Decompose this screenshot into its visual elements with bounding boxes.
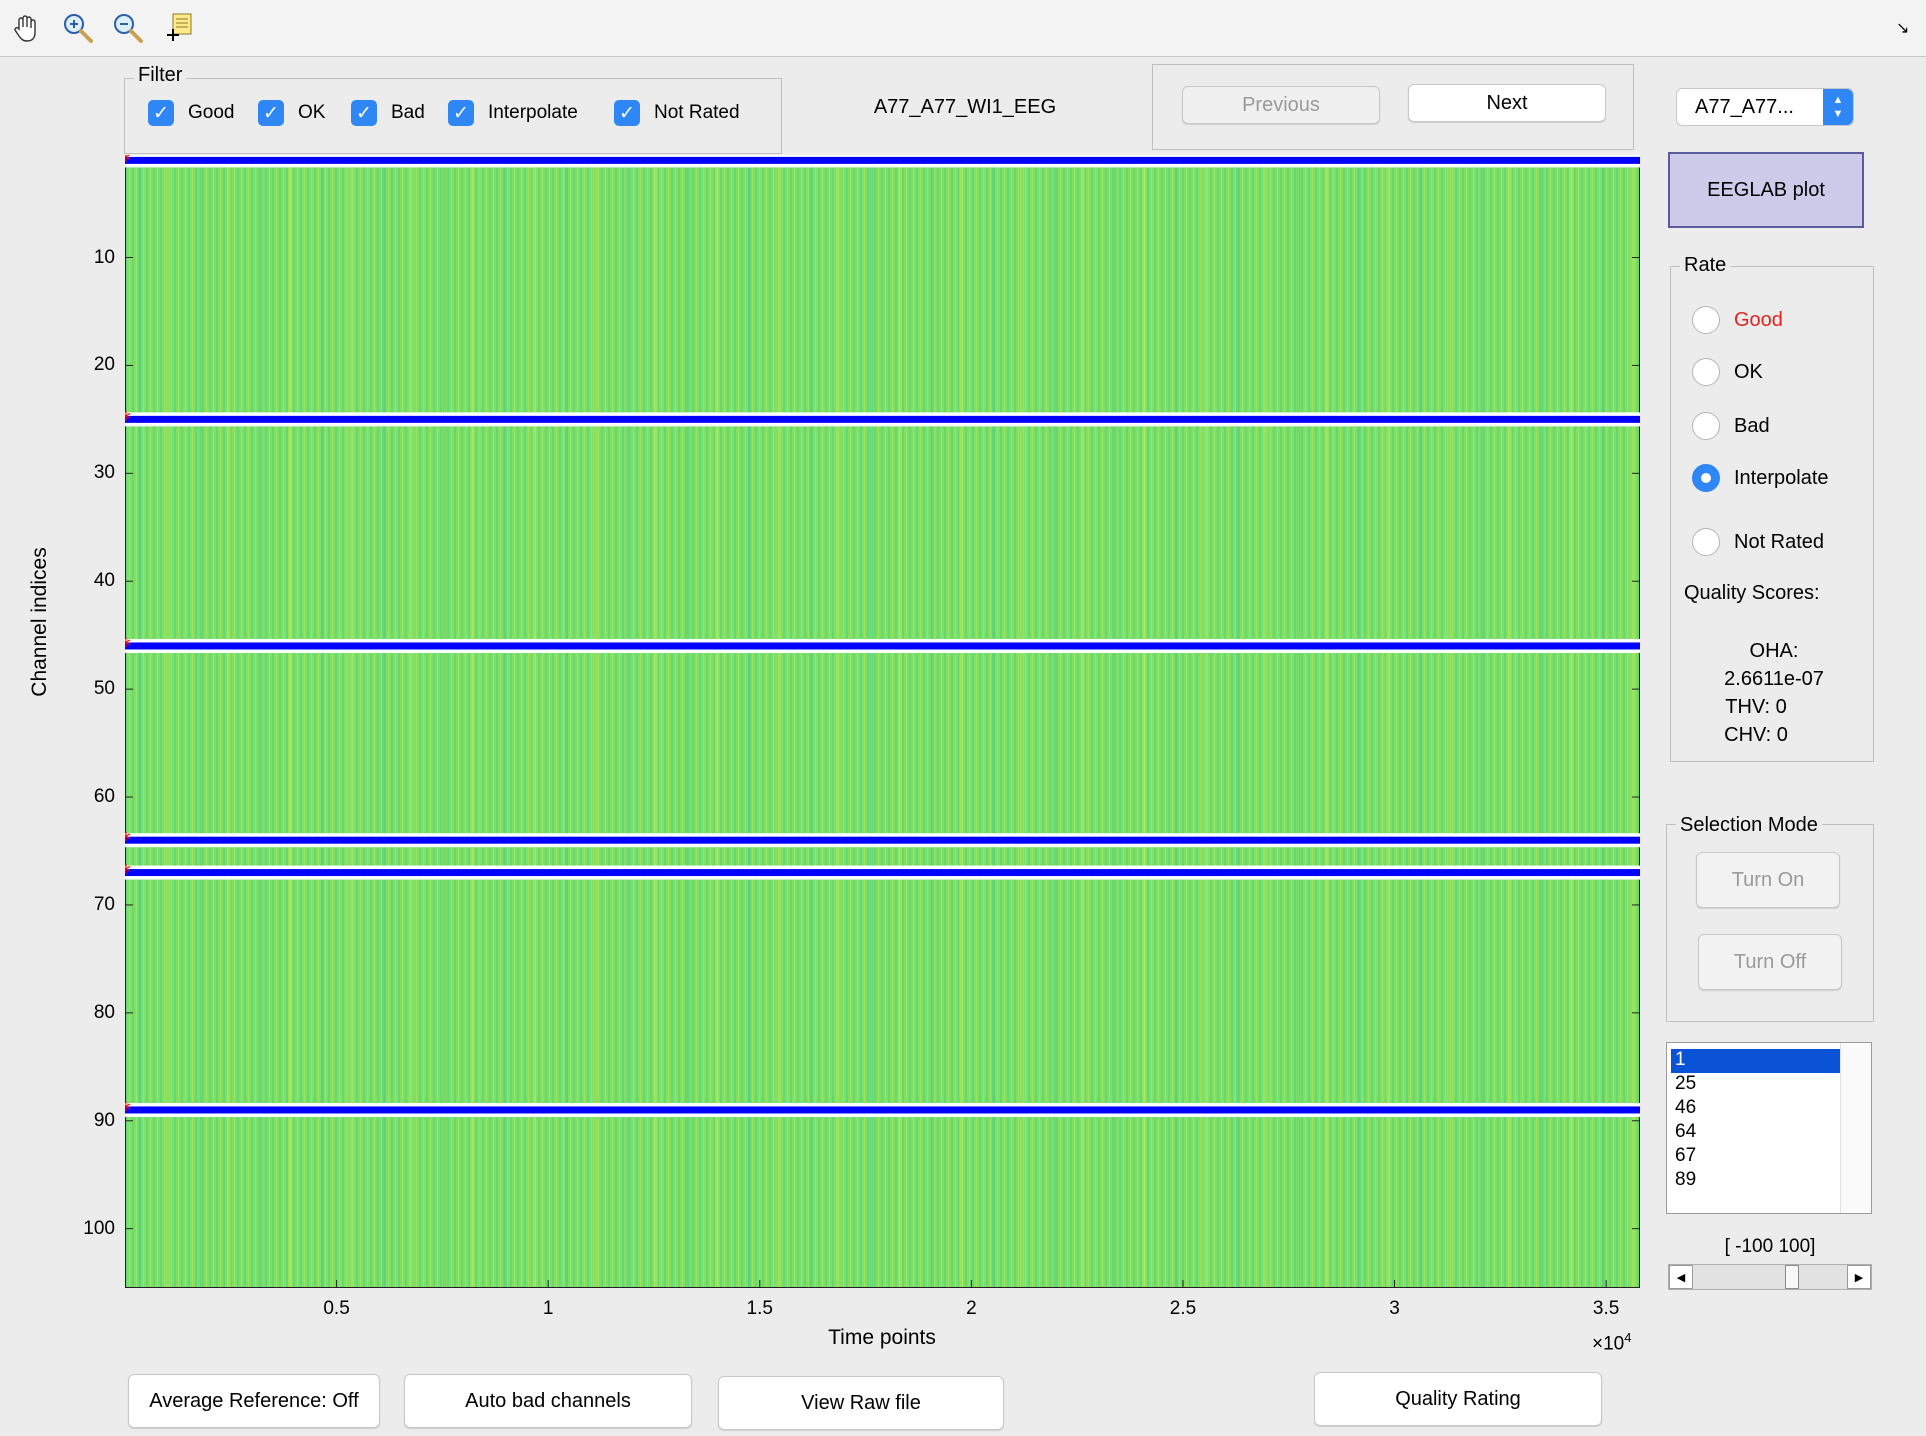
checkmark-icon: ✓ xyxy=(258,100,284,126)
list-item[interactable]: 1 xyxy=(1671,1049,1841,1073)
marked-channel-star: * xyxy=(125,828,131,852)
marked-channel-line[interactable] xyxy=(125,156,1640,164)
filter-not-rated-checkbox[interactable]: ✓ Not Rated xyxy=(614,100,740,126)
zoom-out-icon[interactable] xyxy=(108,8,148,48)
x-axis-title: Time points xyxy=(828,1326,936,1349)
y-tick-label: 80 xyxy=(93,1001,115,1023)
marked-channel-star: * xyxy=(125,407,131,431)
rate-good-label: Good xyxy=(1734,308,1783,331)
x-tick-label: 1.5 xyxy=(746,1298,773,1319)
filter-good-checkbox[interactable]: ✓ Good xyxy=(148,100,234,126)
rate-ok-label: OK xyxy=(1734,360,1763,383)
score-thv: THV: 0 xyxy=(1725,696,1787,718)
y-tick-label: 50 xyxy=(93,678,115,700)
subject-dropdown-value: A77_A77... xyxy=(1695,96,1794,118)
turn-on-button[interactable]: Turn On xyxy=(1696,852,1840,908)
y-tick-label: 100 xyxy=(83,1217,115,1239)
y-tick-label: 70 xyxy=(93,893,115,915)
y-axis-title: Channel indices xyxy=(28,547,51,697)
heatmap-svg: * * * * * * xyxy=(121,148,1640,1288)
checkmark-icon: ✓ xyxy=(351,100,377,126)
y-tick-label: 10 xyxy=(93,246,115,268)
chevron-updown-icon: ▲ ▼ xyxy=(1823,89,1853,125)
rate-ok-radio[interactable]: OK xyxy=(1692,358,1763,386)
hand-pan-icon[interactable] xyxy=(6,8,46,48)
checkmark-icon: ✓ xyxy=(614,100,640,126)
rate-interpolate-label: Interpolate xyxy=(1734,466,1829,489)
score-chv: CHV: 0 xyxy=(1724,724,1788,746)
view-raw-file-button[interactable]: View Raw file xyxy=(718,1376,1004,1430)
x-tick-label: 1 xyxy=(542,1298,554,1319)
list-item[interactable]: 46 xyxy=(1671,1097,1841,1121)
rate-bad-label: Bad xyxy=(1734,414,1770,437)
rate-title: Rate xyxy=(1680,254,1731,277)
checkmark-icon: ✓ xyxy=(448,100,474,126)
list-item[interactable]: 89 xyxy=(1671,1169,1841,1193)
rate-interpolate-radio[interactable]: Interpolate xyxy=(1692,464,1829,492)
list-scrollbar[interactable] xyxy=(1840,1043,1871,1213)
rate-not-rated-label: Not Rated xyxy=(1734,530,1825,553)
marked-channel-star: * xyxy=(125,634,131,658)
marked-channel-line[interactable] xyxy=(125,1106,1640,1114)
next-button[interactable]: Next xyxy=(1408,84,1606,122)
list-item[interactable]: 25 xyxy=(1671,1073,1841,1097)
slider-left-arrow-icon[interactable]: ◀ xyxy=(1669,1265,1693,1289)
y-tick-label: 30 xyxy=(93,462,115,484)
quality-scores-title: Quality Scores: xyxy=(1684,582,1820,604)
list-item[interactable]: 67 xyxy=(1671,1145,1841,1169)
filter-bad-checkbox[interactable]: ✓ Bad xyxy=(351,100,425,126)
rate-not-rated-radio[interactable]: Not Rated xyxy=(1692,528,1824,556)
scale-slider[interactable]: ◀ ▶ xyxy=(1668,1264,1872,1290)
selection-mode-title: Selection Mode xyxy=(1676,814,1822,837)
marked-channel-line[interactable] xyxy=(125,642,1640,650)
score-oha-label: OHA: xyxy=(1749,640,1799,662)
toolbar: ↘ xyxy=(0,0,1926,57)
rate-bad-radio[interactable]: Bad xyxy=(1692,412,1770,440)
x-tick-label: 3.5 xyxy=(1592,1298,1620,1319)
file-name-label: A77_A77_WI1_EEG xyxy=(873,96,1057,118)
slider-thumb[interactable] xyxy=(1785,1265,1800,1289)
channel-heatmap[interactable]: * * * * * * xyxy=(121,148,1640,1288)
scale-range-label: [ -100 100] xyxy=(1724,1236,1816,1257)
turn-off-button[interactable]: Turn Off xyxy=(1698,934,1842,990)
auto-bad-channels-button[interactable]: Auto bad channels xyxy=(404,1374,692,1428)
average-reference-button[interactable]: Average Reference: Off xyxy=(128,1374,380,1428)
filter-title: Filter xyxy=(134,64,187,87)
previous-button[interactable]: Previous xyxy=(1182,86,1380,124)
marked-channel-star: * xyxy=(125,1098,131,1122)
marked-channel-star: * xyxy=(125,155,131,172)
x-axis-multiplier: ×104 xyxy=(1592,1330,1632,1355)
data-cursor-icon[interactable] xyxy=(160,8,200,48)
marked-channel-line[interactable] xyxy=(125,415,1640,423)
rate-good-radio[interactable]: Good xyxy=(1692,306,1783,334)
checkmark-icon: ✓ xyxy=(148,100,174,126)
y-tick-label: 60 xyxy=(93,786,115,808)
score-oha-value: 2.6611e-07 xyxy=(1724,668,1824,690)
zoom-in-icon[interactable] xyxy=(58,8,98,48)
x-tick-label: 2.5 xyxy=(1169,1298,1197,1319)
filter-interpolate-checkbox[interactable]: ✓ Interpolate xyxy=(448,100,578,126)
subject-dropdown[interactable]: A77_A77... ▲ ▼ xyxy=(1676,88,1854,126)
channel-listbox[interactable]: 1 25 46 64 67 89 xyxy=(1666,1042,1872,1214)
marked-channel-line[interactable] xyxy=(125,836,1640,844)
x-tick-label: 2 xyxy=(966,1298,977,1319)
y-tick-label: 20 xyxy=(93,354,115,376)
x-tick-label: 0.5 xyxy=(323,1298,350,1319)
x-tick-label: 3 xyxy=(1389,1298,1400,1319)
slider-right-arrow-icon[interactable]: ▶ xyxy=(1847,1265,1871,1289)
marked-channel-star: * xyxy=(125,861,131,885)
marked-channel-line[interactable] xyxy=(125,869,1640,877)
filter-ok-checkbox[interactable]: ✓ OK xyxy=(258,100,325,126)
y-tick-label: 40 xyxy=(93,570,115,592)
y-tick-label: 90 xyxy=(93,1109,115,1131)
list-item[interactable]: 64 xyxy=(1671,1121,1841,1145)
undock-icon[interactable]: ↘ xyxy=(1896,18,1916,38)
eeglab-plot-button[interactable]: EEGLAB plot xyxy=(1668,152,1864,228)
quality-rating-button[interactable]: Quality Rating xyxy=(1314,1372,1602,1426)
